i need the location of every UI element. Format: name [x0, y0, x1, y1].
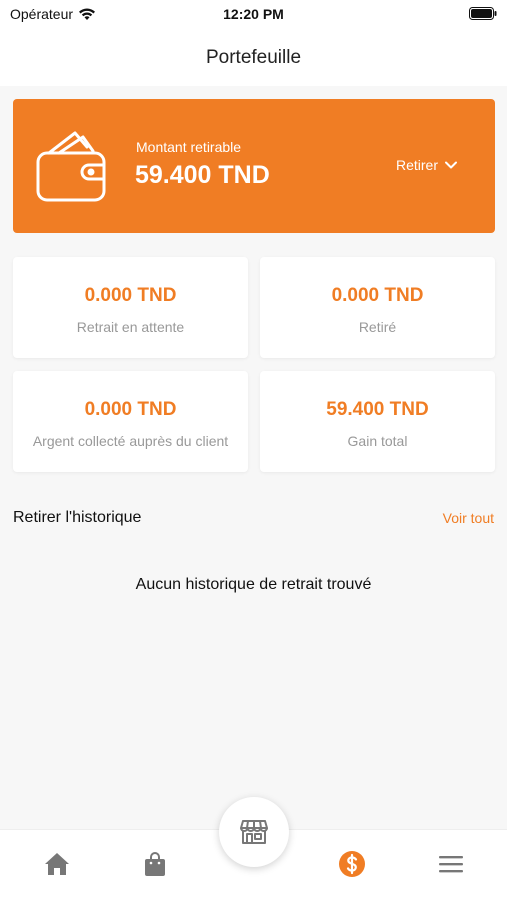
dollar-icon [339, 851, 365, 877]
status-bar: Opérateur 12:20 PM [0, 0, 507, 30]
stat-card-withdrawn: 0.000 TND Retiré [260, 257, 495, 358]
stat-value: 0.000 TND [331, 285, 424, 306]
stat-value: 0.000 TND [84, 399, 177, 420]
chevron-down-icon [445, 161, 457, 169]
stat-card-pending-withdrawal: 0.000 TND Retrait en attente [13, 257, 248, 358]
home-icon [45, 853, 69, 875]
see-all-link[interactable]: Voir tout [443, 510, 494, 526]
store-button[interactable] [219, 797, 289, 867]
battery-icon [469, 7, 497, 20]
menu-icon [439, 856, 463, 873]
balance-amount: 59.400 TND [135, 161, 270, 189]
history-title: Retirer l'historique [13, 509, 142, 526]
stat-label: Gain total [347, 433, 408, 449]
tab-home[interactable] [43, 850, 71, 878]
tab-menu[interactable] [437, 850, 465, 878]
store-icon [240, 820, 268, 844]
stat-value: 0.000 TND [84, 285, 177, 306]
stat-card-collected-from-client: 0.000 TND Argent collecté auprès du clie… [13, 371, 248, 472]
withdraw-button[interactable]: Retirer [396, 157, 457, 173]
status-time: 12:20 PM [223, 6, 284, 22]
nav-bar: Portefeuille [0, 30, 507, 86]
shopping-bag-icon [145, 852, 165, 876]
stat-label: Argent collecté auprès du client [32, 433, 229, 449]
stat-card-total-earnings: 59.400 TND Gain total [260, 371, 495, 472]
balance-label: Montant retirable [136, 139, 242, 155]
page-title: Portefeuille [205, 47, 302, 68]
history-empty-message: Aucun historique de retrait trouvé [135, 576, 372, 593]
stat-label: Retiré [358, 319, 397, 335]
wallet-icon [36, 131, 106, 202]
withdraw-label: Retirer [395, 157, 438, 173]
stat-value: 59.400 TND [326, 399, 429, 420]
tab-orders[interactable] [141, 850, 169, 878]
balance-card: Montant retirable 59.400 TND Retirer [13, 99, 495, 233]
tab-wallet[interactable] [338, 850, 366, 878]
stat-label: Retrait en attente [76, 319, 185, 335]
